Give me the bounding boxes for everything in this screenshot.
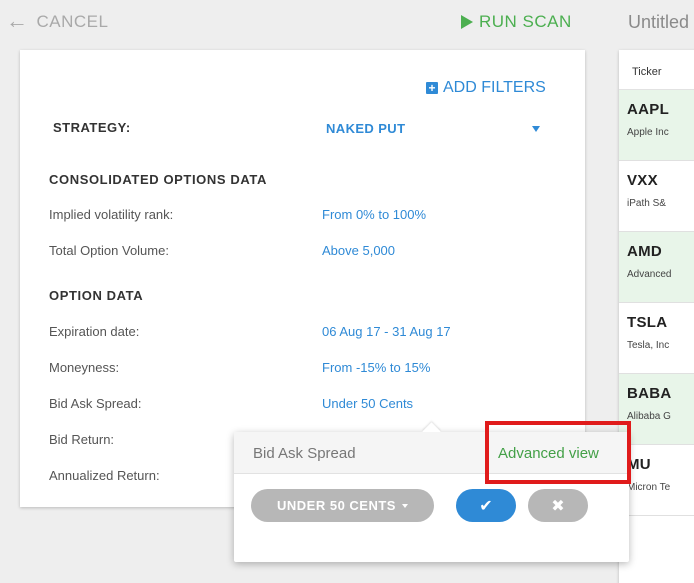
result-row-aapl[interactable]: AAPL Apple Inc — [619, 90, 694, 161]
ticker-company-name: Alibaba G — [627, 411, 671, 422]
popover-header: Bid Ask Spread Advanced view — [234, 432, 629, 474]
strategy-value: NAKED PUT — [326, 121, 406, 136]
result-row-vxx[interactable]: VXX iPath S& — [619, 161, 694, 232]
confirm-button[interactable]: ✔ — [456, 489, 516, 522]
spread-value-label: UNDER 50 CENTS — [277, 498, 396, 513]
ticker-column-header[interactable]: Ticker — [619, 50, 694, 90]
filter-label-annualized-return: Annualized Return: — [49, 468, 160, 483]
filter-label-moneyness: Moneyness: — [49, 360, 120, 375]
discard-button[interactable]: ✖ — [528, 489, 588, 522]
filter-value-expiration-date[interactable]: 06 Aug 17 - 31 Aug 17 — [322, 324, 451, 339]
run-scan-label: RUN SCAN — [479, 12, 572, 31]
plus-icon: + — [426, 82, 438, 94]
chevron-down-icon — [532, 126, 540, 132]
result-row-tsla[interactable]: TSLA Tesla, Inc — [619, 303, 694, 374]
ticker-symbol: BABA — [627, 385, 672, 402]
filter-label-expiration-date: Expiration date: — [49, 324, 140, 339]
ticker-company-name: Advanced — [627, 269, 672, 280]
chevron-down-icon — [401, 503, 408, 508]
ticker-symbol: TSLA — [627, 314, 668, 331]
add-filters-button[interactable]: + ADD FILTERS — [426, 79, 546, 97]
advanced-view-link[interactable]: Advanced view — [498, 445, 599, 462]
section-consolidated-options-data: CONSOLIDATED OPTIONS DATA — [49, 172, 267, 187]
checkmark-icon: ✔ — [479, 497, 493, 515]
filter-label-bid-return: Bid Return: — [49, 432, 115, 447]
filter-label-bid-ask-spread: Bid Ask Spread: — [49, 396, 142, 411]
cancel-label: CANCEL — [36, 12, 109, 31]
popover-title: Bid Ask Spread — [253, 445, 356, 462]
strategy-label: STRATEGY: — [53, 120, 131, 135]
filter-value-total-option-volume[interactable]: Above 5,000 — [322, 243, 395, 258]
ticker-symbol: VXX — [627, 172, 658, 189]
ticker-symbol: AAPL — [627, 101, 670, 118]
ticker-company-name: Tesla, Inc — [627, 340, 670, 351]
top-bar: ← CANCEL RUN SCAN Untitled — [0, 0, 694, 50]
add-filters-label: ADD FILTERS — [443, 79, 546, 96]
section-option-data: OPTION DATA — [49, 288, 144, 303]
ticker-symbol: AMD — [627, 243, 663, 260]
scan-title[interactable]: Untitled — [628, 12, 689, 33]
spread-value-dropdown[interactable]: UNDER 50 CENTS — [251, 489, 434, 522]
filter-label-iv-rank: Implied volatility rank: — [49, 207, 174, 222]
result-row-baba[interactable]: BABA Alibaba G — [619, 374, 694, 445]
filter-value-moneyness[interactable]: From -15% to 15% — [322, 360, 430, 375]
run-scan-button[interactable]: RUN SCAN — [461, 12, 572, 32]
ticker-company-name: iPath S& — [627, 198, 666, 209]
result-row-mu[interactable]: MU Micron Te — [619, 445, 694, 516]
strategy-select[interactable]: NAKED PUT — [326, 116, 540, 140]
filter-value-bid-ask-spread[interactable]: Under 50 Cents — [322, 396, 413, 411]
ticker-company-name: Apple Inc — [627, 127, 669, 138]
ticker-symbol: MU — [627, 456, 651, 473]
filter-label-total-option-volume: Total Option Volume: — [49, 243, 169, 258]
ticker-company-name: Micron Te — [627, 482, 671, 493]
results-panel: Ticker AAPL Apple Inc VXX iPath S& AMD A… — [619, 50, 694, 583]
play-icon — [461, 15, 473, 29]
close-icon: ✖ — [551, 497, 565, 515]
bid-ask-spread-popover: Bid Ask Spread Advanced view UNDER 50 CE… — [234, 422, 629, 562]
result-row-amd[interactable]: AMD Advanced — [619, 232, 694, 303]
back-arrow-icon: ← — [6, 7, 29, 33]
cancel-button[interactable]: ← CANCEL — [6, 7, 109, 33]
filter-value-iv-rank[interactable]: From 0% to 100% — [322, 207, 426, 222]
